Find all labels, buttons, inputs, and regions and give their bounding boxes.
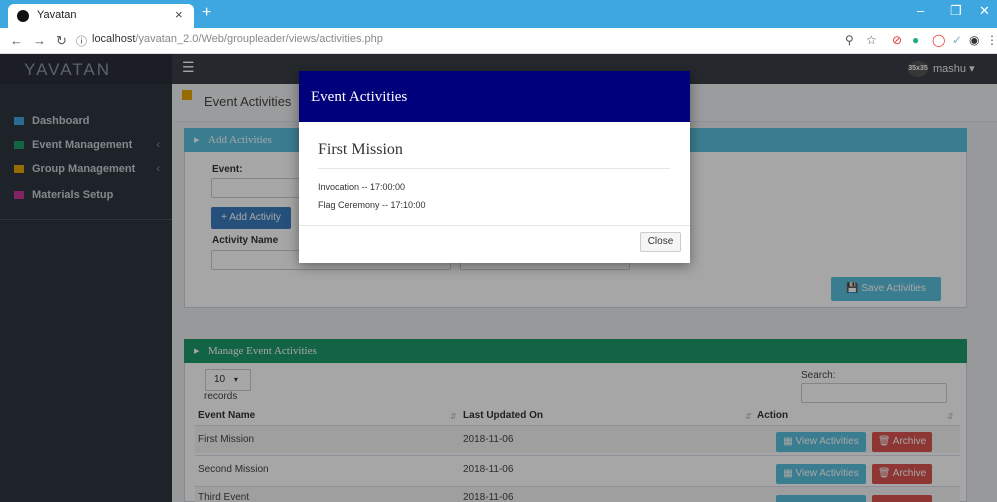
event-activities-modal: Event Activities First Mission Invocatio… <box>299 71 690 263</box>
modal-divider <box>318 168 670 169</box>
profile-icon[interactable]: ◉ <box>969 33 979 47</box>
activity-item: Flag Ceremony -- 17:10:00 <box>318 200 426 210</box>
url-field[interactable]: localhost/yavatan_2.0/Web/groupleader/vi… <box>92 33 383 45</box>
extension-leaf-icon[interactable]: ● <box>912 33 919 47</box>
menu-kebab-icon[interactable]: ⋮ <box>986 33 997 47</box>
modal-header: Event Activities <box>299 71 690 122</box>
url-host: localhost <box>92 33 136 45</box>
close-button[interactable]: Close <box>640 232 681 252</box>
site-info-icon[interactable]: ⓘ <box>76 33 87 49</box>
tab-close-icon[interactable]: × <box>175 7 183 22</box>
browser-tab[interactable]: Yavatan × <box>8 4 194 28</box>
site-favicon-icon <box>17 10 29 22</box>
search-icon[interactable]: ⚲ <box>845 33 854 47</box>
modal-footer-divider <box>299 225 690 226</box>
new-tab-button[interactable]: + <box>202 4 211 22</box>
back-icon[interactable]: ← <box>10 33 23 48</box>
window-close-icon[interactable]: ✕ <box>979 3 990 19</box>
address-bar: ← → ↻ ⓘ localhost/yavatan_2.0/Web/groupl… <box>0 28 997 54</box>
tab-title: Yavatan <box>37 9 77 21</box>
bookmark-star-icon[interactable]: ☆ <box>866 33 877 47</box>
browser-tab-bar: Yavatan × + – ❐ ✕ <box>0 0 997 28</box>
minimize-icon[interactable]: – <box>917 3 924 18</box>
modal-event-name: First Mission <box>318 141 403 158</box>
forward-icon[interactable]: → <box>33 33 46 48</box>
url-path: /yavatan_2.0/Web/groupleader/views/activ… <box>135 33 383 45</box>
modal-title: Event Activities <box>311 89 408 105</box>
extension-check-icon[interactable]: ✓ <box>952 33 962 47</box>
reload-icon[interactable]: ↻ <box>56 33 67 49</box>
extension-opera-icon[interactable]: ◯ <box>932 33 945 47</box>
maximize-icon[interactable]: ❐ <box>950 3 962 19</box>
extension-block-icon[interactable]: ⊘ <box>892 33 902 47</box>
activity-item: Invocation -- 17:00:00 <box>318 182 406 192</box>
